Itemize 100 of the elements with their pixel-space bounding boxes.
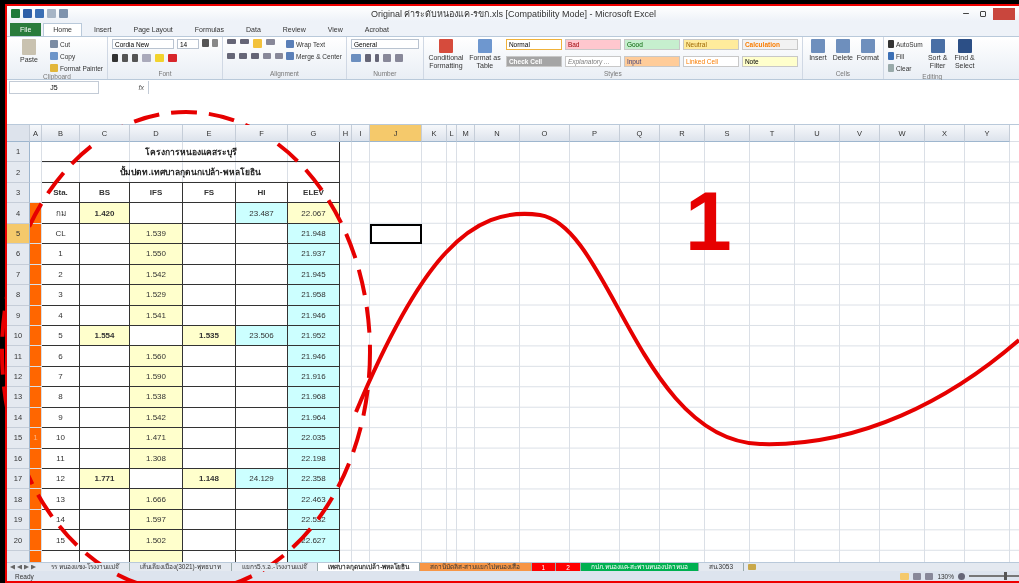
table-cell[interactable] [236,244,288,265]
table-cell[interactable]: HI [236,182,288,204]
table-cell[interactable] [80,264,130,286]
table-cell[interactable]: 1.541 [130,305,183,326]
close-button[interactable] [993,7,1015,20]
table-cell[interactable] [236,489,288,510]
table-cell[interactable]: 1.529 [130,285,183,306]
table-cell[interactable]: 1.666 [130,489,183,510]
table-cell[interactable]: 21.916 [288,366,340,388]
table-cell[interactable]: 12 [42,469,80,490]
table-cell[interactable] [236,264,288,286]
table-cell[interactable]: 22.198 [288,448,340,469]
table-cell[interactable]: 1 [42,244,80,265]
table-cell[interactable] [80,489,130,510]
table-cell[interactable] [80,509,130,531]
zoom-slider-thumb[interactable] [1004,572,1007,580]
table-cell[interactable]: 1.542 [130,407,183,429]
table-cell[interactable]: 5 [42,325,80,347]
table-cell[interactable] [236,509,288,531]
table-cell[interactable]: 4 [42,305,80,326]
table-cell[interactable]: 2 [42,264,80,286]
table-cell[interactable] [130,325,183,347]
table-cell[interactable] [183,244,236,265]
merged-title-cell[interactable]: โครงการหนองแคสระบุรี [42,142,340,163]
table-cell[interactable] [236,223,288,245]
next-sheet-icon[interactable] [24,564,29,570]
table-cell[interactable] [80,346,130,367]
table-cell[interactable]: 24.129 [236,469,288,490]
table-cell[interactable]: 11 [42,448,80,469]
merged-title-cell[interactable]: ปั้มปตท.เทศบาลกุดนกเปล้า-พหลโยธิน [42,162,340,183]
table-cell[interactable]: 22.035 [288,428,340,449]
table-cell[interactable]: FS [183,182,236,204]
table-cell[interactable] [236,387,288,408]
table-cell[interactable] [236,448,288,469]
table-cell[interactable]: 21.946 [288,346,340,367]
table-cell[interactable]: 21.948 [288,223,340,245]
table-cell[interactable] [236,346,288,367]
table-cell[interactable] [80,244,130,265]
table-cell[interactable] [80,407,130,429]
table-cell[interactable] [236,366,288,388]
table-cell[interactable]: 1.148 [183,469,236,490]
table-cell[interactable]: 6 [42,346,80,367]
table-cell[interactable] [236,428,288,449]
zoom-out-icon[interactable] [958,572,965,580]
table-cell[interactable] [80,448,130,469]
table-cell[interactable] [183,530,236,551]
table-cell[interactable]: 1.538 [130,387,183,408]
table-cell[interactable] [183,346,236,367]
table-cell[interactable] [80,530,130,551]
table-cell[interactable]: 1.308 [130,448,183,469]
table-cell[interactable] [183,285,236,306]
table-cell[interactable]: 1.597 [130,509,183,531]
table-cell[interactable] [236,285,288,306]
table-cell[interactable]: 1.420 [80,203,130,224]
table-cell[interactable]: 23.487 [236,203,288,224]
table-cell[interactable]: 1.550 [130,244,183,265]
table-cell[interactable] [183,387,236,408]
table-cell[interactable] [80,305,130,326]
table-cell[interactable]: 21.937 [288,244,340,265]
table-cell[interactable] [80,223,130,245]
table-cell[interactable] [183,509,236,531]
table-cell[interactable] [183,264,236,286]
table-cell[interactable]: 1.539 [130,223,183,245]
table-cell[interactable]: 21.946 [288,305,340,326]
table-cell[interactable] [183,366,236,388]
table-cell[interactable] [183,305,236,326]
table-cell[interactable] [80,285,130,306]
table-cell[interactable] [236,305,288,326]
table-cell[interactable]: 9 [42,407,80,429]
table-cell[interactable] [183,407,236,429]
table-cell[interactable] [236,530,288,551]
table-cell[interactable]: 3 [42,285,80,306]
table-cell[interactable] [80,387,130,408]
table-cell[interactable] [130,469,183,490]
table-cell[interactable]: 23.506 [236,325,288,347]
table-cell[interactable] [80,366,130,388]
table-cell[interactable] [183,448,236,469]
table-cell[interactable] [183,428,236,449]
table-cell[interactable]: 1.542 [130,264,183,286]
table-cell[interactable]: 22.627 [288,530,340,551]
table-cell[interactable] [183,203,236,224]
table-cell[interactable]: 21.958 [288,285,340,306]
table-cell[interactable]: 10 [42,428,80,449]
table-cell[interactable] [236,407,288,429]
table-cell[interactable]: 1.535 [183,325,236,347]
table-cell[interactable]: 21.945 [288,264,340,286]
table-cell[interactable]: 22.463 [288,489,340,510]
table-cell[interactable]: 1.502 [130,530,183,551]
table-cell[interactable]: 1.554 [80,325,130,347]
table-cell[interactable]: 21.952 [288,325,340,347]
table-cell[interactable]: 1.471 [130,428,183,449]
previous-sheet-icon[interactable] [17,564,22,570]
table-cell[interactable]: CL [42,223,80,245]
selected-cell[interactable] [370,223,422,245]
table-cell[interactable] [130,203,183,224]
table-cell[interactable]: IFS [130,182,183,204]
table-cell[interactable]: BS [80,182,130,204]
table-cell[interactable]: 21.964 [288,407,340,429]
table-cell[interactable]: กม [42,203,80,224]
table-cell[interactable]: 1.590 [130,366,183,388]
